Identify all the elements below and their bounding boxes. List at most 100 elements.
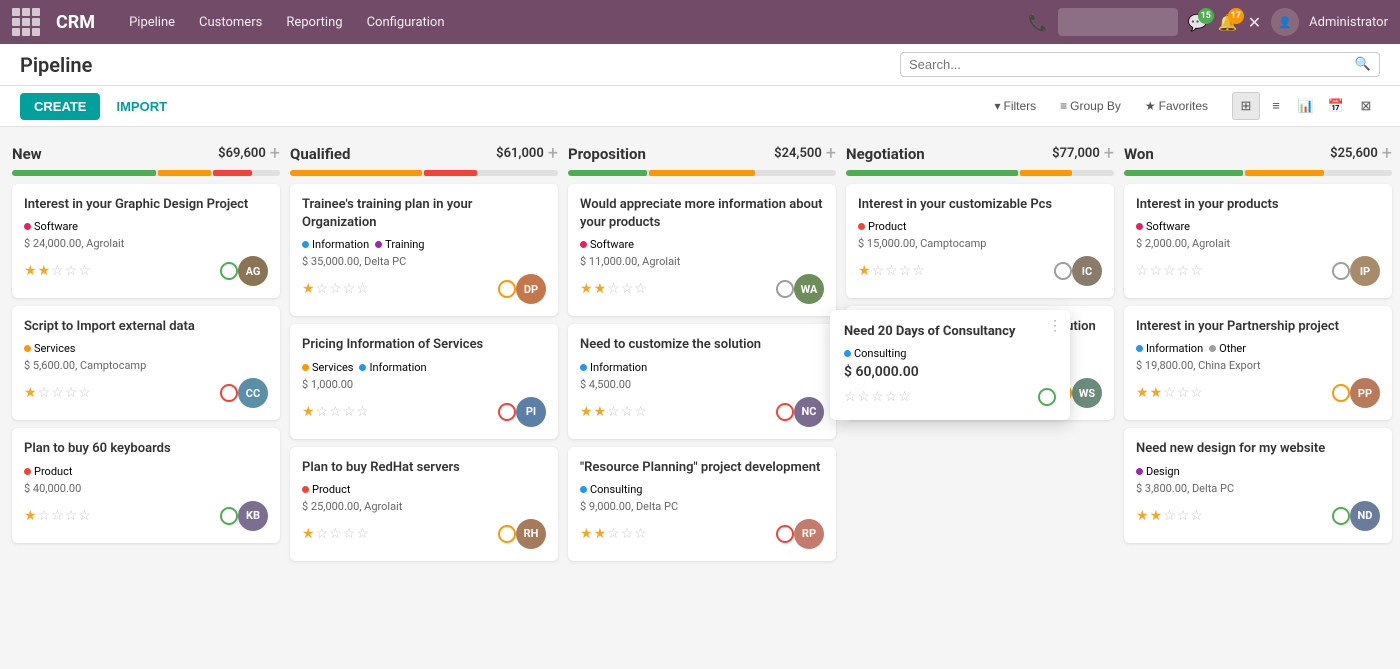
star-4[interactable]: ☆ [356,526,369,542]
star-1[interactable]: ☆ [1150,263,1163,279]
search-bar[interactable]: 🔍 [900,52,1380,77]
star-3[interactable]: ☆ [621,281,634,297]
nav-reporting[interactable]: Reporting [276,9,352,36]
nav-configuration[interactable]: Configuration [357,9,455,36]
star-4[interactable]: ☆ [912,263,925,279]
star-0[interactable]: ★ [24,263,37,279]
star-0[interactable]: ★ [302,281,315,297]
kanban-card[interactable]: Need to customize the solution Informati… [568,324,836,438]
star-1[interactable]: ★ [38,263,51,279]
star-0[interactable]: ★ [580,281,593,297]
star-2[interactable]: ☆ [51,263,64,279]
star-4[interactable]: ☆ [634,281,647,297]
star-3[interactable]: ☆ [1177,263,1190,279]
calendar-view-icon[interactable]: 📅 [1322,92,1350,120]
kanban-card[interactable]: Interest in your Graphic Design Project … [12,184,280,298]
star-2[interactable]: ☆ [1163,263,1176,279]
star-4[interactable]: ☆ [356,281,369,297]
kanban-card[interactable]: Would appreciate more information about … [568,184,836,316]
star-0[interactable]: ★ [302,526,315,542]
star-3[interactable]: ☆ [1177,385,1190,401]
col-add-proposition[interactable]: + [826,143,836,164]
star-2[interactable]: ☆ [1163,508,1176,524]
star-3[interactable]: ☆ [65,263,78,279]
favorites-button[interactable]: ★ Favorites [1137,95,1216,117]
col-add-new[interactable]: + [270,143,280,164]
col-add-won[interactable]: + [1382,143,1392,164]
star-0[interactable]: ★ [302,404,315,420]
star-1[interactable]: ★ [1150,508,1163,524]
import-button[interactable]: IMPORT [108,93,175,120]
star-4[interactable]: ☆ [78,385,91,401]
star-4[interactable]: ☆ [1190,263,1203,279]
star-1[interactable]: ☆ [316,526,329,542]
star-4[interactable]: ☆ [1190,508,1203,524]
star-3[interactable]: ☆ [899,263,912,279]
search-icon[interactable]: 🔍 [1355,57,1371,72]
kanban-card[interactable]: Interest in your Partnership project Inf… [1124,306,1392,420]
app-grid-menu[interactable] [12,8,40,36]
star-0[interactable]: ★ [1136,385,1149,401]
star-0[interactable]: ★ [580,526,593,542]
chat-icon[interactable]: 💬15 [1188,13,1208,32]
nav-pipeline[interactable]: Pipeline [119,9,185,36]
star-3[interactable]: ☆ [621,526,634,542]
star-3[interactable]: ☆ [65,508,78,524]
nav-customers[interactable]: Customers [189,9,272,36]
kanban-card[interactable]: Need new design for my website Design $ … [1124,428,1392,542]
star-2[interactable]: ☆ [51,508,64,524]
star-1[interactable]: ★ [594,404,607,420]
kanban-card[interactable]: Trainee's training plan in your Organiza… [290,184,558,316]
topnav-search[interactable] [1058,8,1178,36]
star-4[interactable]: ☆ [1190,385,1203,401]
star-2[interactable]: ☆ [51,385,64,401]
kanban-card[interactable]: Plan to buy RedHat servers Product $ 25,… [290,447,558,561]
star-1[interactable]: ★ [1150,385,1163,401]
kebab-menu[interactable]: ⋮ [1048,318,1062,334]
star-4[interactable]: ☆ [78,508,91,524]
star-0[interactable]: ★ [858,263,871,279]
star-1[interactable]: ☆ [316,281,329,297]
user-name[interactable]: Administrator [1309,15,1388,30]
col-add-qualified[interactable]: + [548,143,558,164]
col-add-negotiation[interactable]: + [1104,143,1114,164]
consultancy-popup[interactable]: ⋮ Need 20 Days of Consultancy Consulting… [830,310,1070,420]
star-0[interactable]: ★ [24,385,37,401]
star-4[interactable]: ☆ [78,263,91,279]
star-1[interactable]: ☆ [38,508,51,524]
star-1[interactable]: ☆ [38,385,51,401]
star-2[interactable]: ☆ [607,404,620,420]
groupby-button[interactable]: ≡ Group By [1052,95,1129,117]
star-2[interactable]: ☆ [329,404,342,420]
star-3[interactable]: ☆ [343,404,356,420]
star-4[interactable]: ☆ [634,526,647,542]
kanban-card[interactable]: Plan to buy 60 keyboards Product $ 40,00… [12,428,280,542]
user-avatar[interactable]: 👤 [1271,8,1299,36]
star-0[interactable]: ★ [1136,508,1149,524]
kanban-card[interactable]: "Resource Planning" project development … [568,447,836,561]
star-4[interactable]: ☆ [356,404,369,420]
star-1[interactable]: ☆ [316,404,329,420]
filters-button[interactable]: ▾ Filters [986,95,1044,117]
search-input[interactable] [909,57,1355,72]
star-0[interactable]: ★ [24,508,37,524]
list-view-icon[interactable]: ≡ [1262,92,1290,120]
star-4[interactable]: ☆ [634,404,647,420]
kanban-card[interactable]: Pricing Information of Services Services… [290,324,558,438]
star-3[interactable]: ☆ [343,526,356,542]
star-2[interactable]: ☆ [607,526,620,542]
star-0[interactable]: ★ [580,404,593,420]
star-1[interactable]: ★ [594,281,607,297]
star-2[interactable]: ☆ [329,281,342,297]
kanban-card[interactable]: Interest in your customizable Pcs Produc… [846,184,1114,298]
star-1[interactable]: ★ [594,526,607,542]
star-2[interactable]: ☆ [1163,385,1176,401]
chart-view-icon[interactable]: 📊 [1292,92,1320,120]
star-3[interactable]: ☆ [343,281,356,297]
star-0[interactable]: ☆ [1136,263,1149,279]
close-icon[interactable]: ✕ [1248,13,1261,32]
kanban-card[interactable]: Script to Import external data Services … [12,306,280,420]
star-2[interactable]: ☆ [885,263,898,279]
kanban-card[interactable]: Interest in your products Software $ 2,0… [1124,184,1392,298]
kanban-view-icon[interactable]: ⊞ [1232,92,1260,120]
